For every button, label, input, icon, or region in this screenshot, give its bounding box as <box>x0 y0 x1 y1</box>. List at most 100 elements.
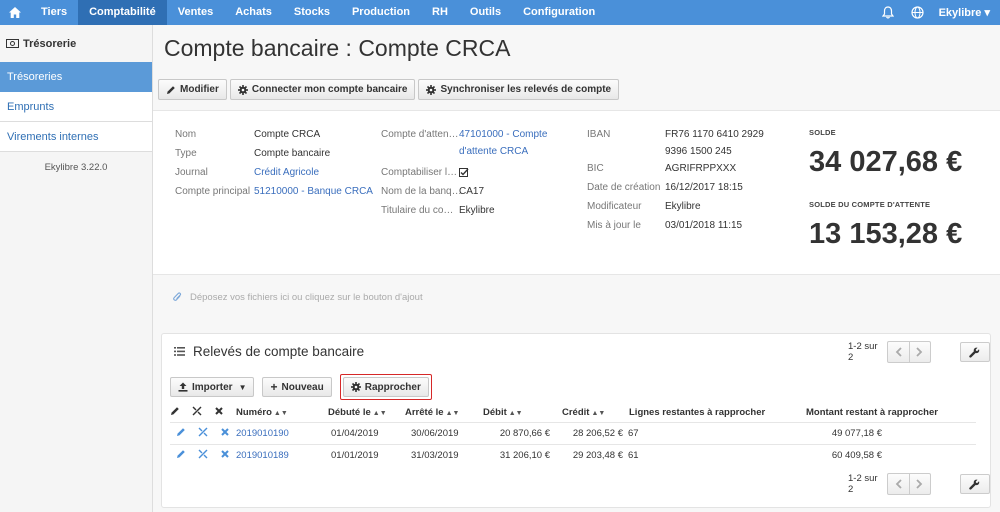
solde-attente-value: 13 153,28 € <box>809 218 963 250</box>
edit-row-pencil-icon[interactable] <box>170 443 192 466</box>
nav-item-rh[interactable]: RH <box>421 0 459 25</box>
sidebar: Trésorerie Trésoreries Emprunts Virement… <box>0 25 153 512</box>
sort-icon: ▲▼ <box>508 410 523 418</box>
reconcile-row-compress-icon[interactable] <box>192 421 214 444</box>
gear-icon <box>350 382 361 392</box>
waiting-account-link[interactable]: 47101000 - Compte <box>459 129 547 140</box>
detail-label: Type <box>175 148 197 159</box>
compress-icon <box>192 404 214 422</box>
sort-icon: ▲▼ <box>273 410 288 418</box>
main-account-link[interactable]: 51210000 - Banque CRCA <box>254 186 373 197</box>
user-menu[interactable]: Ekylibre ▾ <box>933 6 1000 19</box>
cell-debut: 01/04/2019 <box>322 421 402 444</box>
edit-row-pencil-icon[interactable] <box>170 421 192 444</box>
nav-item-stocks[interactable]: Stocks <box>283 0 341 25</box>
nav-item-configuration[interactable]: Configuration <box>512 0 606 25</box>
plus-icon: + <box>270 380 278 394</box>
col-debut[interactable]: Débuté le ▲▼ <box>322 404 402 422</box>
sidebar-item-virements-internes[interactable]: Virements internes <box>0 122 152 152</box>
chevron-left-icon <box>895 347 902 357</box>
new-statement-button[interactable]: + Nouveau <box>262 377 332 397</box>
solde-label: SOLDE <box>809 128 836 137</box>
col-debit[interactable]: Débit ▲▼ <box>483 404 550 422</box>
reconcile-label: Rapprocher <box>364 381 421 393</box>
globe-icon[interactable] <box>903 0 933 25</box>
col-credit[interactable]: Crédit ▲▼ <box>550 404 623 422</box>
sidebar-header: Trésorerie <box>0 25 152 62</box>
detail-value: Ekylibre <box>665 201 701 212</box>
reconcile-row-compress-icon[interactable] <box>192 443 214 466</box>
col-label: Crédit <box>562 407 590 419</box>
list-icon <box>174 347 185 356</box>
col-lignes: Lignes restantes à rapprocher <box>629 407 766 419</box>
waiting-account-link-line2[interactable]: d'attente CRCA <box>459 146 528 157</box>
detail-label: Comptabiliser l… <box>381 167 458 178</box>
delete-row-close-icon[interactable] <box>214 443 236 466</box>
detail-label: Date de création <box>587 182 661 193</box>
nav-item-ventes[interactable]: Ventes <box>167 0 224 25</box>
sidebar-item-emprunts[interactable]: Emprunts <box>0 92 152 122</box>
solde-attente-label: SOLDE DU COMPTE D'ATTENTE <box>809 200 931 209</box>
detail-label: Titulaire du co… <box>381 205 454 216</box>
nav-item-production[interactable]: Production <box>341 0 421 25</box>
money-icon <box>6 39 19 48</box>
cell-debut: 01/01/2019 <box>322 443 402 466</box>
nav-item-tiers[interactable]: Tiers <box>30 0 78 25</box>
pager-nav <box>886 341 931 363</box>
reconcile-button[interactable]: Rapprocher <box>342 377 429 397</box>
gear-icon <box>237 84 248 95</box>
statements-panel: Relevés de compte bancaire 1-2 sur 2 Imp… <box>161 333 991 508</box>
pagination-text: 1-2 sur 2 <box>848 341 878 363</box>
modify-button[interactable]: Modifier <box>158 79 227 100</box>
sidebar-header-label: Trésorerie <box>23 37 77 50</box>
col-label: Débit <box>483 407 507 419</box>
statements-title-label: Relevés de compte bancaire <box>193 344 365 359</box>
prev-page-button[interactable] <box>888 342 909 362</box>
solde-value: 34 027,68 € <box>809 146 963 178</box>
bell-icon[interactable] <box>873 0 903 25</box>
caret-down-icon: ▾ <box>984 7 990 19</box>
next-page-button[interactable] <box>908 474 930 494</box>
paperclip-icon <box>173 292 182 301</box>
pagination-text: 1-2 sur 2 <box>848 473 878 495</box>
home-icon[interactable] <box>0 0 30 25</box>
settings-button[interactable] <box>959 342 990 362</box>
journal-link[interactable]: Crédit Agricole <box>254 167 319 178</box>
connect-bank-account-button[interactable]: Connecter mon compte bancaire <box>229 79 416 100</box>
file-dropzone[interactable]: Déposez vos fichiers ici ou cliquez sur … <box>173 292 423 303</box>
cell-montant: 60 409,58 € <box>806 443 976 466</box>
prev-page-button[interactable] <box>888 474 909 494</box>
settings-button[interactable] <box>959 474 990 494</box>
import-dropdown-button[interactable]: Importer ▼ <box>170 377 255 397</box>
detail-value: 16/12/2017 18:15 <box>665 182 743 193</box>
nav-item-comptabilite[interactable]: Comptabilité <box>78 0 167 25</box>
close-icon <box>214 404 236 422</box>
col-arrete[interactable]: Arrêté le ▲▼ <box>402 404 483 422</box>
detail-value: AGRIFRPPXXX <box>665 163 737 174</box>
table-row: 2019010190 01/04/2019 30/06/2019 20 870,… <box>170 421 976 444</box>
app-version: Ekylibre 3.22.0 <box>44 162 108 173</box>
nav-item-outils[interactable]: Outils <box>459 0 512 25</box>
statement-number-link[interactable]: 2019010189 <box>236 450 289 461</box>
connect-bank-account-label: Connecter mon compte bancaire <box>251 84 408 95</box>
page-title: Compte bancaire : Compte CRCA <box>164 35 511 61</box>
delete-row-close-icon[interactable] <box>214 421 236 444</box>
page-toolbar: Modifier Connecter mon compte bancaire S… <box>158 79 620 100</box>
detail-label: BIC <box>587 163 604 174</box>
table-header-row: Numéro ▲▼ Débuté le ▲▼ Arrêté le ▲▼ Débit ▲▼… <box>170 404 976 422</box>
user-name: Ekylibre <box>938 7 982 19</box>
gear-icon <box>426 84 437 95</box>
detail-label: Compte principal <box>175 186 251 197</box>
detail-value: 03/01/2018 11:15 <box>665 220 743 231</box>
col-numero[interactable]: Numéro ▲▼ <box>236 404 322 422</box>
sync-statements-button[interactable]: Synchroniser les relevés de compte <box>418 79 620 100</box>
cell-lignes: 67 <box>623 421 806 444</box>
nav-item-achats[interactable]: Achats <box>224 0 283 25</box>
pencil-icon <box>170 404 192 422</box>
detail-value: Compte CRCA <box>254 129 321 140</box>
col-label: Numéro <box>236 407 272 419</box>
statement-number-link[interactable]: 2019010190 <box>236 428 289 439</box>
sidebar-item-tresoreries[interactable]: Trésoreries <box>0 62 152 92</box>
reconcile-highlight: Rapprocher <box>339 374 432 400</box>
next-page-button[interactable] <box>908 342 930 362</box>
